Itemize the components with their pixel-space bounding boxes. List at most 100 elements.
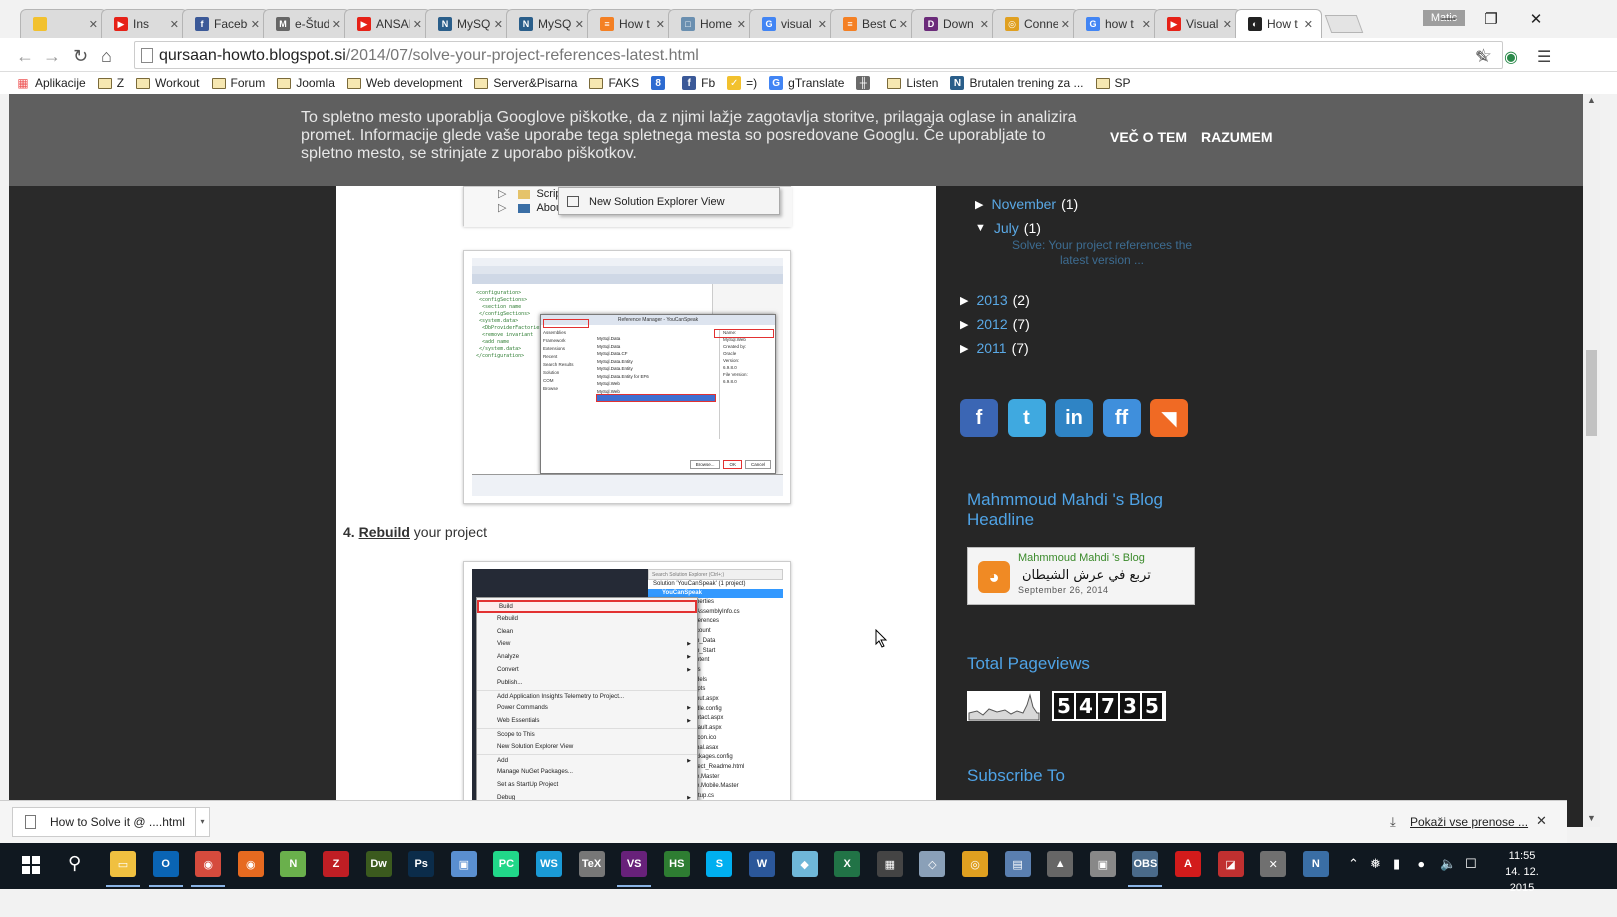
address-bar[interactable]: qursaan-howto.blogspot.si/2014/07/solve-… [134,41,1503,69]
bookmark-item[interactable]: ▦ Aplikacije [16,76,85,90]
windows-start-icon[interactable] [22,856,40,874]
browser-tab[interactable]: f Facebo✕ [182,9,269,38]
tab-close-icon[interactable]: ✕ [1142,18,1151,31]
tools-app-icon[interactable]: ✕ [1260,851,1287,877]
bookmark-item[interactable]: Listen [887,76,938,90]
facebook-icon[interactable]: f [960,399,998,437]
filezilla-icon[interactable]: Z [323,851,349,877]
skype-icon[interactable]: S [706,851,733,877]
cookie-accept-button[interactable]: RAZUMEM [1201,129,1273,145]
word-icon[interactable]: W [749,851,775,877]
browser-tab[interactable]: ✕ [20,9,107,38]
home-icon[interactable]: ⌂ [101,46,112,67]
photoshop-icon[interactable]: Ps [408,851,435,877]
yellow-app-icon[interactable]: ◎ [962,851,988,877]
browser-tab[interactable]: N MySQ ✕ [506,9,593,38]
browser-tab[interactable]: ▶ ANSAI ✕ [344,9,431,38]
expand-triangle-icon[interactable]: ▶ [960,318,968,331]
calculator-icon[interactable]: ▦ [876,851,903,877]
tab-close-icon[interactable]: ✕ [656,18,665,31]
browser-tab[interactable]: ≡ Best C ✕ [830,9,917,38]
archive-row[interactable]: ▶ 2013 (2) [960,292,1030,308]
wifi-icon[interactable]: ⦁ [1418,856,1425,872]
tab-close-icon[interactable]: ✕ [494,18,503,31]
tab-close-icon[interactable]: ✕ [575,18,584,31]
bookmark-item[interactable]: Z [97,76,124,90]
tray-expand-icon[interactable]: ⌃ [1348,856,1359,872]
tab-close-icon[interactable]: ✕ [818,18,827,31]
tab-close-icon[interactable]: ✕ [251,18,260,31]
bookmark-item[interactable]: Web development [346,76,462,90]
download-item[interactable]: How to Solve it @ ....html ▾ [12,807,210,837]
close-downloads-icon[interactable]: ✕ [1536,813,1547,829]
virtualbox-icon[interactable]: ▣ [450,851,477,877]
browser-tab[interactable]: Me-Študi✕ [263,9,350,38]
tab-close-icon[interactable]: ✕ [332,18,341,31]
browser-tab[interactable]: ▶ Ins ✕ [101,9,188,38]
mysql-workbench-icon[interactable]: N [1302,851,1329,877]
file-explorer-icon[interactable]: ▭ [106,851,140,887]
minimize-button[interactable]: — [1425,10,1471,27]
network-app-icon[interactable]: ▤ [1004,851,1031,877]
show-all-downloads-link[interactable]: Pokaži vse prenose ... [1410,815,1528,829]
expand-triangle-icon[interactable]: ▶ [960,294,968,307]
latex-icon[interactable]: TeX [578,851,605,877]
tab-close-icon[interactable]: ✕ [1304,18,1313,31]
browser-tab[interactable]: ▶ Visual ✕ [1154,9,1241,38]
printer-app-icon[interactable]: ▣ [1089,851,1116,877]
tray-app-icon[interactable]: ❅ [1370,856,1381,872]
feed-item-link[interactable]: تربع في عرش الشيطان [1022,568,1151,583]
webstorm-icon[interactable]: WS [536,851,562,877]
bookmark-item[interactable]: Server&Pisarna [474,76,577,90]
archive-post-link[interactable]: Solve: Your project references the lates… [997,238,1207,268]
reload-icon[interactable]: ↻ [73,46,88,67]
browser-tab[interactable]: Gvisual ✕ [749,9,836,38]
bookmark-item[interactable]: Joomla [277,76,335,90]
close-window-button[interactable]: ✕ [1513,10,1559,28]
browser-tab[interactable]: □ Home ✕ [668,9,755,38]
browser-tab[interactable]: ◐ How t ✕ [1235,9,1322,38]
browser-tab[interactable]: N MySQ ✕ [425,9,512,38]
clock[interactable]: 11:55 14. 12. 2015 [1492,848,1552,896]
back-arrow-icon[interactable]: ← [16,46,34,67]
dreamweaver-icon[interactable]: Dw [365,851,392,877]
menu-icon[interactable]: ☰ [1537,47,1551,67]
scrollbar-thumb[interactable] [1586,350,1597,436]
download-menu-caret-icon[interactable]: ▾ [195,808,209,836]
obs-icon[interactable]: OBS [1128,851,1163,887]
browser-tab[interactable]: ◎ Conne ✕ [992,9,1079,38]
bookmark-item[interactable]: f Fb [682,76,715,90]
volume-icon[interactable]: 🔈 [1440,856,1456,872]
excel-icon[interactable]: X [834,851,861,877]
expand-triangle-icon[interactable]: ▶ [975,198,983,211]
bookmark-item[interactable]: Workout [136,76,200,90]
tab-close-icon[interactable]: ✕ [170,18,179,31]
linkedin-icon[interactable]: in [1055,399,1093,437]
outlook-icon[interactable]: O [148,851,183,887]
cookie-more-link[interactable]: VEČ O TEM [1110,129,1187,145]
extension-pen-icon[interactable]: ✎ [1475,47,1488,67]
archive-row[interactable]: ▶ 2012 (7) [960,316,1030,332]
bookmark-item[interactable]: 8 [651,76,670,90]
sketchup-icon[interactable]: ◆ [791,851,818,877]
collapse-triangle-icon[interactable]: ▼ [975,222,986,234]
rebuild-link[interactable]: Rebuild [359,524,410,540]
tab-close-icon[interactable]: ✕ [89,18,98,31]
battery-icon[interactable]: ▮ [1393,856,1400,872]
scroll-down-arrow-icon[interactable]: ▼ [1583,813,1600,823]
notepad-plus-icon[interactable]: N [280,851,307,877]
extension-globe-icon[interactable]: ◉ [1504,47,1518,67]
notifications-icon[interactable]: ☐ [1465,856,1477,872]
archive-row[interactable]: ▶ November (1) [975,196,1078,212]
browser-tab[interactable]: Ghow t ✕ [1073,9,1160,38]
expand-triangle-icon[interactable]: ▶ [960,342,968,355]
rss-icon[interactable]: ◥ [1150,399,1188,437]
browser-tab[interactable]: D Down ✕ [911,9,998,38]
restore-button[interactable]: ❐ [1468,10,1514,28]
firefox-icon[interactable]: ◉ [237,851,264,877]
graduation-app-icon[interactable]: ▲ [1047,851,1074,877]
friendfeed-icon[interactable]: ff [1102,399,1141,437]
bookmark-item[interactable]: FAKS [589,76,639,90]
archive-row[interactable]: ▶ 2011 (7) [960,340,1029,356]
acrobat-icon[interactable]: A [1175,851,1201,877]
